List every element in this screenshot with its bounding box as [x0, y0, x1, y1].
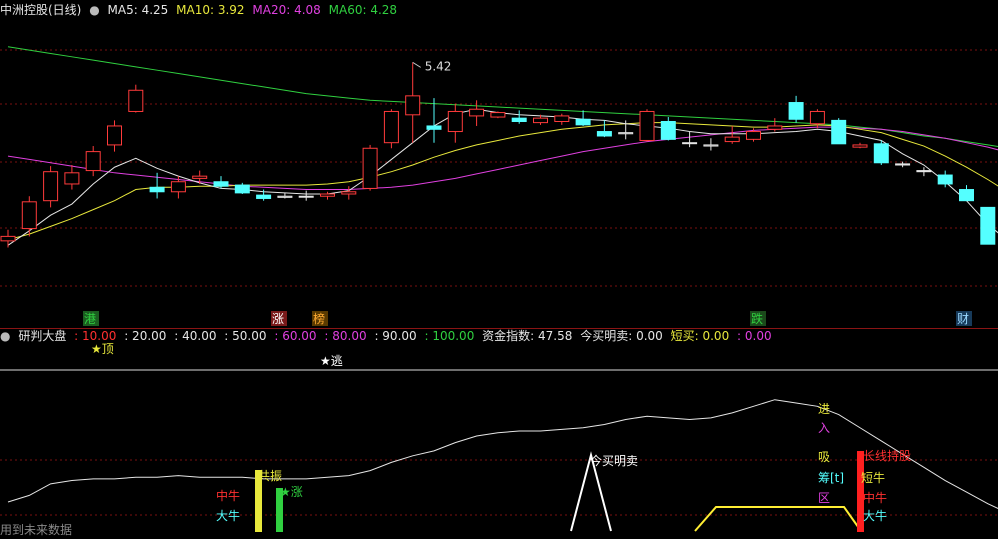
candle [831, 119, 847, 145]
candle [852, 144, 868, 148]
candle [362, 147, 378, 189]
candle [746, 131, 761, 140]
candle [213, 181, 229, 187]
indicator-name: 研判大盘 [18, 329, 67, 343]
high-label: 5.42 [425, 59, 452, 73]
absorb-label: 吸 [818, 450, 830, 464]
ma60-label: MA60: 4.28 [328, 3, 398, 17]
enter-label-2: 入 [818, 421, 830, 435]
candle [320, 193, 335, 197]
candle [575, 118, 591, 126]
candle [937, 174, 953, 185]
level-60: : 60.00 [274, 329, 317, 343]
candle [724, 136, 740, 143]
candle [895, 163, 911, 166]
fund-flow-line [7, 399, 998, 509]
candle [469, 108, 485, 117]
level-20: : 20.00 [124, 329, 167, 343]
candle [703, 144, 719, 147]
main-chart-header: 中洲控股(日线) ● MA5: 4.25 MA10: 3.92 MA20: 4.… [0, 0, 401, 20]
candle [341, 191, 357, 195]
candle [234, 184, 250, 194]
zone-label: 区 [818, 491, 830, 505]
candle [426, 125, 442, 130]
event-marker-0: 港 [84, 312, 96, 326]
candle [107, 125, 122, 146]
event-marker-4: 财 [957, 312, 969, 326]
candle [64, 172, 80, 185]
mid-bull-label-2: 中牛 [863, 490, 887, 505]
mid-bull-label: 中牛 [216, 488, 240, 503]
enter-label: 进 [818, 402, 830, 416]
event-marker-1: 涨 [272, 311, 284, 326]
level-50: : 50.00 [224, 329, 267, 343]
chart-title: 中洲控股(日线) [0, 3, 82, 17]
candle [383, 110, 399, 144]
candle [490, 112, 506, 118]
rise-label: ★涨 [280, 484, 303, 499]
short-bull-label: 短牛 [861, 470, 885, 485]
chart-svg: 5.423.42港涨榜跌财★顶★逃共振★涨中牛大牛今买明卖进入吸筹[t]区长线持… [0, 46, 998, 537]
level-100: : 100.00 [424, 329, 475, 343]
resonance-label: 共振 [258, 469, 282, 483]
ma10-label: MA10: 3.92 [176, 3, 245, 17]
buy-sell-label: 今买明卖 [590, 453, 638, 468]
ma10-line [7, 122, 998, 241]
ma5-label: MA5: 4.25 [107, 3, 169, 17]
escape-signal: ★逃 [320, 354, 343, 368]
event-marker-3: 跌 [751, 311, 763, 326]
candle [682, 142, 698, 145]
indicator-settings-icon[interactable]: ● [0, 329, 10, 343]
ma20-label: MA20: 4.08 [252, 3, 321, 17]
candle [809, 110, 825, 125]
candle [43, 171, 59, 202]
candle [21, 201, 37, 230]
high-pointer [412, 61, 421, 68]
candle [511, 117, 527, 123]
candle [0, 235, 16, 242]
candle [85, 151, 101, 172]
candle [788, 102, 804, 120]
candle [596, 131, 612, 137]
chips-label: 筹[t] [818, 471, 844, 485]
candle [959, 189, 974, 202]
candle [170, 181, 186, 193]
candle [405, 95, 421, 116]
candle [149, 186, 165, 193]
long-hold-label: 长线持股 [863, 448, 911, 463]
settings-icon[interactable]: ● [89, 3, 99, 17]
future-data-note: 用到未来数据 [0, 522, 72, 537]
candle [447, 110, 463, 133]
candle [980, 206, 996, 245]
candle [639, 110, 655, 141]
level-10: : 10.00 [74, 329, 117, 343]
indicator-header: ● 研判大盘 : 10.00 : 20.00 : 40.00 : 50.00 :… [0, 326, 776, 346]
candle [256, 194, 272, 199]
last-value: : 0.00 [737, 329, 772, 343]
candle [554, 115, 570, 123]
candle [298, 195, 314, 198]
big-bull-label: 大牛 [216, 508, 240, 523]
candle [916, 170, 932, 173]
candle [533, 117, 548, 124]
level-40: : 40.00 [174, 329, 217, 343]
candle [618, 132, 634, 135]
candle [873, 143, 889, 164]
level-80: : 80.00 [324, 329, 367, 343]
candle [277, 195, 293, 198]
level-90: : 90.00 [374, 329, 417, 343]
candle [128, 89, 144, 112]
candle [192, 175, 208, 179]
short-buy-value: 短买: 0.00 [670, 329, 730, 343]
big-bull-label-2: 大牛 [863, 508, 887, 523]
candle [660, 121, 676, 140]
yellow-bracket [694, 506, 862, 532]
event-marker-2: 榜 [313, 311, 325, 326]
candle [767, 125, 783, 130]
buy-sell-value: 今买明卖: 0.00 [580, 329, 663, 343]
fund-index: 资金指数: 47.58 [482, 329, 573, 343]
